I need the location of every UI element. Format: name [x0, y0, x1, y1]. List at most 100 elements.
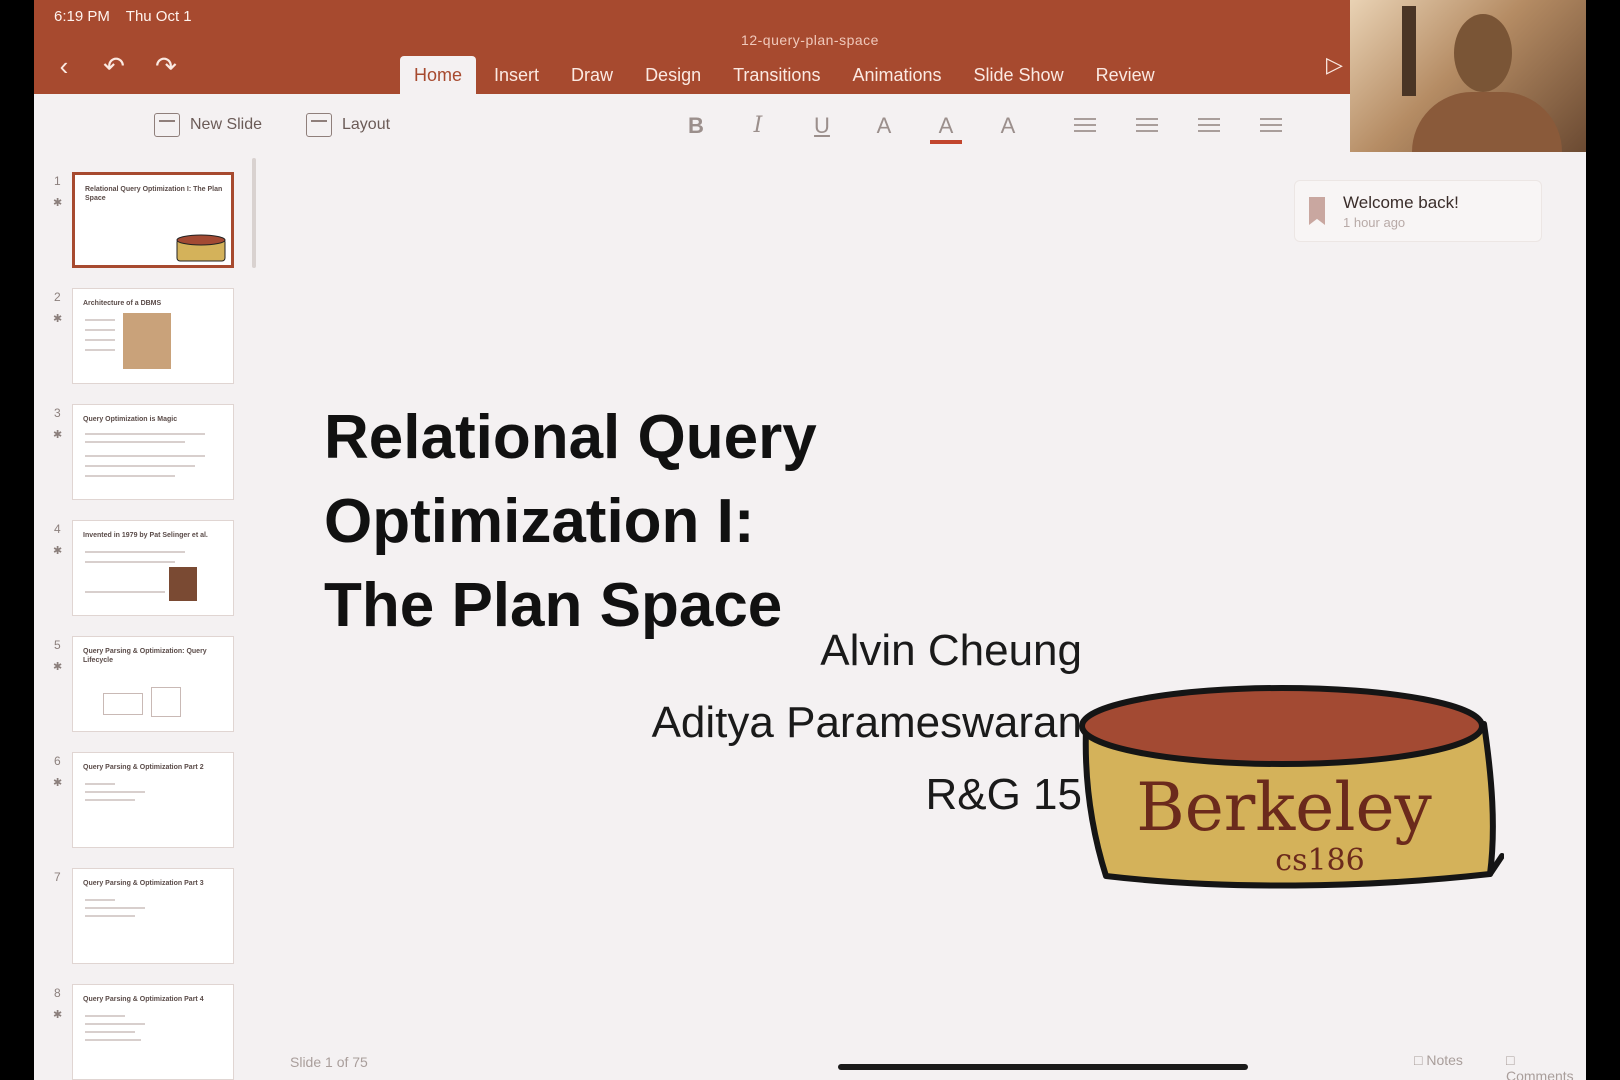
thumbnail-card: Query Parsing & Optimization Part 2 [72, 752, 234, 848]
status-bar: 6:19 PM Thu Oct 1 [54, 8, 204, 25]
thumbnail-card: Query Optimization is Magic [72, 404, 234, 500]
slide-title[interactable]: Relational Query Optimization I: The Pla… [324, 396, 817, 648]
thumbnail-title: Query Optimization is Magic [83, 416, 178, 423]
webcam-video-feed [1350, 0, 1586, 152]
thumbnail-number: 3 [54, 406, 61, 420]
font-size-button[interactable]: A [864, 110, 904, 142]
underline-button[interactable]: U [802, 110, 842, 142]
thumbnail-figure [123, 313, 171, 369]
berkeley-logo-mini [176, 234, 226, 262]
home-indicator[interactable] [838, 1064, 1248, 1070]
tab-home[interactable]: Home [400, 56, 477, 94]
new-slide-button[interactable]: New Slide [154, 110, 262, 140]
bookmark-icon [1309, 197, 1325, 225]
slide-canvas[interactable]: Relational Query Optimization I: The Pla… [266, 158, 1586, 1080]
slide-title-line: The Plan Space [324, 571, 783, 640]
ribbon-tabs: Home Insert Draw Design Transitions Anim… [400, 56, 1173, 94]
slide-thumbnail[interactable]: 5 ✱ Query Parsing & Optimization: Query … [34, 630, 254, 738]
star-icon: ✱ [53, 313, 63, 325]
thumbnail-title: Query Parsing & Optimization Part 4 [83, 996, 204, 1003]
welcome-back-notification[interactable]: Welcome back! 1 hour ago [1294, 180, 1542, 242]
star-icon: ✱ [53, 545, 63, 557]
logo-text: Berkeley [1136, 769, 1432, 846]
star-icon: ✱ [53, 429, 63, 441]
notes-label: Notes [1426, 1052, 1463, 1068]
tab-review[interactable]: Review [1082, 56, 1169, 94]
thumbnail-card: Query Parsing & Optimization Part 3 [72, 868, 234, 964]
thumbnail-title: Relational Query Optimization I: The Pla… [85, 186, 223, 202]
notification-message: Welcome back! [1343, 193, 1459, 212]
thumbnail-number: 5 [54, 638, 61, 652]
font-color-button[interactable]: A [926, 110, 966, 144]
bullets-icon[interactable] [1066, 114, 1096, 136]
status-time: 6:19 PM [54, 8, 110, 25]
thumbnail-card: Architecture of a DBMS [72, 288, 234, 384]
campanile-tower [1402, 6, 1416, 96]
italic-button[interactable]: I [738, 110, 778, 142]
thumbnail-number: 6 [54, 754, 61, 768]
comments-button[interactable]: □ Comments [1506, 1052, 1586, 1080]
author-name[interactable]: Aditya Parameswaran [652, 698, 1082, 748]
thumbnail-title: Architecture of a DBMS [83, 300, 162, 307]
bold-button[interactable]: B [676, 110, 716, 142]
status-date: Thu Oct 1 [125, 8, 192, 25]
thumbnail-number: 7 [54, 870, 61, 884]
slide-thumbnail[interactable]: 6 ✱ Query Parsing & Optimization Part 2 [34, 746, 254, 854]
thumbnail-title: Query Parsing & Optimization Part 2 [83, 764, 204, 771]
thumbnail-card: Invented in 1979 by Pat Selinger et al. [72, 520, 234, 616]
star-icon: ✱ [53, 197, 63, 209]
layout-button[interactable]: Layout [306, 110, 390, 140]
tab-slide-show[interactable]: Slide Show [960, 56, 1078, 94]
align-icon[interactable] [1252, 114, 1282, 136]
thumbnail-diagram [103, 693, 143, 715]
indent-icon[interactable] [1190, 114, 1220, 136]
layout-icon [306, 113, 332, 137]
tab-design[interactable]: Design [631, 56, 715, 94]
slide-thumbnail[interactable]: 8 ✱ Query Parsing & Optimization Part 4 [34, 978, 254, 1080]
thumbnail-title: Query Parsing & Optimization: Query Life… [83, 648, 207, 664]
presenter-body [1412, 92, 1562, 152]
tab-transitions[interactable]: Transitions [719, 56, 834, 94]
thumbnail-diagram [151, 687, 181, 717]
thumbnail-card: Query Parsing & Optimization Part 4 [72, 984, 234, 1080]
slide-thumbnail[interactable]: 1 ✱ Relational Query Optimization I: The… [34, 166, 254, 274]
slide-thumbnail[interactable]: 4 ✱ Invented in 1979 by Pat Selinger et … [34, 514, 254, 622]
highlight-button[interactable]: A [988, 110, 1028, 142]
thumbnail-title: Query Parsing & Optimization Part 3 [83, 880, 204, 887]
thumbnail-number: 4 [54, 522, 61, 536]
slide-counter: Slide 1 of 75 [290, 1054, 368, 1070]
star-icon: ✱ [53, 661, 63, 673]
back-icon[interactable]: ‹ [48, 50, 80, 82]
thumbnail-number: 2 [54, 290, 61, 304]
layout-label: Layout [342, 116, 391, 133]
textbook-reference[interactable]: R&G 15 [925, 770, 1082, 820]
star-icon: ✱ [53, 1009, 63, 1021]
tab-insert[interactable]: Insert [480, 56, 553, 94]
thumbnail-number: 8 [54, 986, 61, 1000]
numbering-icon[interactable] [1128, 114, 1158, 136]
undo-icon[interactable]: ↶ [98, 50, 130, 82]
presenter-head [1454, 14, 1512, 92]
berkeley-cs186-logo[interactable]: Berkeley cs186 [1074, 678, 1504, 898]
slide-thumbnail[interactable]: 7 Query Parsing & Optimization Part 3 [34, 862, 254, 970]
tab-animations[interactable]: Animations [838, 56, 955, 94]
notification-time: 1 hour ago [1343, 215, 1406, 230]
new-slide-icon [154, 113, 180, 137]
author-name[interactable]: Alvin Cheung [820, 626, 1082, 676]
star-icon: ✱ [53, 777, 63, 789]
redo-icon[interactable]: ↷ [150, 50, 182, 82]
play-icon[interactable]: ▷ [1326, 52, 1348, 80]
notes-button[interactable]: □ Notes [1414, 1052, 1463, 1068]
thumbnail-card: Relational Query Optimization I: The Pla… [72, 172, 234, 268]
thumbnail-photo [169, 567, 197, 601]
slide-thumbnails-panel: 1 ✱ Relational Query Optimization I: The… [34, 158, 254, 1080]
logo-subtext: cs186 [1275, 843, 1364, 878]
thumbnail-title: Invented in 1979 by Pat Selinger et al. [83, 532, 208, 539]
slide-thumbnail[interactable]: 2 ✱ Architecture of a DBMS [34, 282, 254, 390]
tab-draw[interactable]: Draw [557, 56, 627, 94]
slide-title-line: Relational Query [324, 403, 817, 472]
thumbnails-scrollbar[interactable] [252, 158, 256, 268]
powerpoint-window: 6:19 PM Thu Oct 1 12-query-plan-space ‹ … [34, 0, 1586, 1080]
new-slide-label: New Slide [190, 116, 263, 133]
slide-thumbnail[interactable]: 3 ✱ Query Optimization is Magic [34, 398, 254, 506]
